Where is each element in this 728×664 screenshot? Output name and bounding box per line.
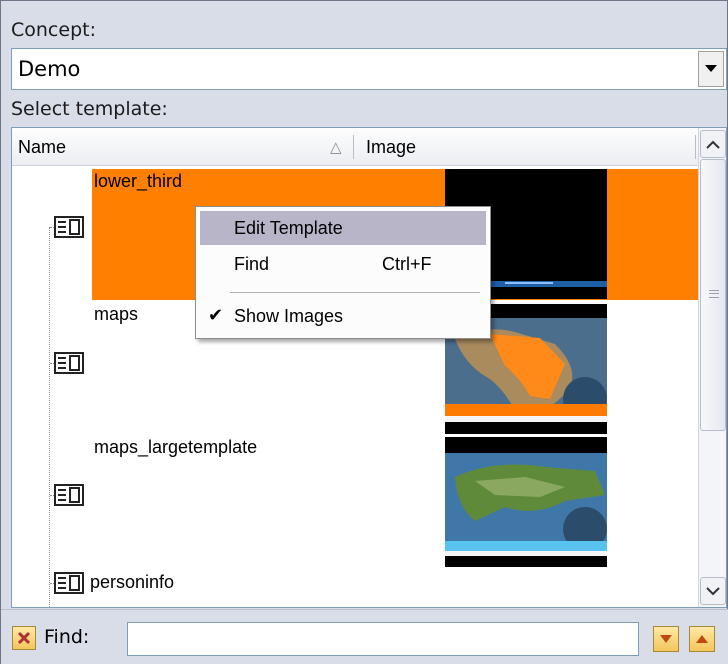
arrow-up-icon [696,635,708,643]
clear-find-button[interactable] [12,626,36,650]
template-name[interactable]: maps [94,304,138,325]
template-icon [54,572,84,594]
scroll-down-button[interactable] [700,577,726,605]
template-name[interactable]: personinfo [90,572,174,593]
scrollbar-thumb[interactable] [700,159,726,431]
scroll-up-button[interactable] [700,130,726,158]
find-previous-button[interactable] [689,626,715,652]
concept-value: Demo [18,57,81,81]
template-icon [54,484,84,506]
column-divider[interactable] [695,135,696,159]
menu-item-shortcut: Ctrl+F [382,254,432,274]
chevron-down-icon [706,586,720,595]
template-name[interactable]: maps_largetemplate [94,437,257,458]
menu-separator [230,292,480,293]
select-template-label: Select template: [11,98,168,120]
menu-item-label: Show Images [234,306,344,326]
chevron-up-icon [706,140,720,149]
column-header-name[interactable]: Name [18,137,66,158]
column-header-image[interactable]: Image [366,137,416,158]
concept-dropdown[interactable]: Demo [11,48,727,90]
checkmark-icon: ✔ [208,305,224,325]
template-browser-panel: Concept: Demo Select template: Name △ Im… [0,0,728,664]
menu-item-label: Edit Template [234,218,343,238]
vertical-scrollbar[interactable] [698,128,726,607]
list-header: Name △ Image [12,128,700,166]
find-next-button[interactable] [653,626,679,652]
concept-label: Concept: [11,19,96,41]
context-menu: Edit Template Find Ctrl+F ✔ Show Images [195,206,491,339]
template-icon [54,216,84,238]
menu-item-edit-template[interactable]: Edit Template [200,211,486,245]
template-list: Name △ Image lower_third maps maps_large… [11,127,727,608]
dropdown-arrow-button[interactable] [698,51,724,87]
find-label: Find: [44,626,90,648]
template-thumbnail [445,437,607,567]
close-icon [17,631,31,645]
template-icon [54,352,84,374]
template-name[interactable]: lower_third [94,171,182,192]
find-input[interactable] [127,622,639,656]
grip-icon [709,290,719,298]
chevron-down-icon [705,65,717,72]
column-divider[interactable] [353,135,354,159]
menu-item-label: Find [234,254,270,274]
menu-item-find[interactable]: Find Ctrl+F [200,247,486,281]
menu-item-show-images[interactable]: ✔ Show Images [200,299,486,333]
find-bar: Find: [1,609,728,664]
arrow-down-icon [660,635,672,643]
tree-connector [49,227,50,607]
sort-ascending-icon: △ [330,139,342,156]
